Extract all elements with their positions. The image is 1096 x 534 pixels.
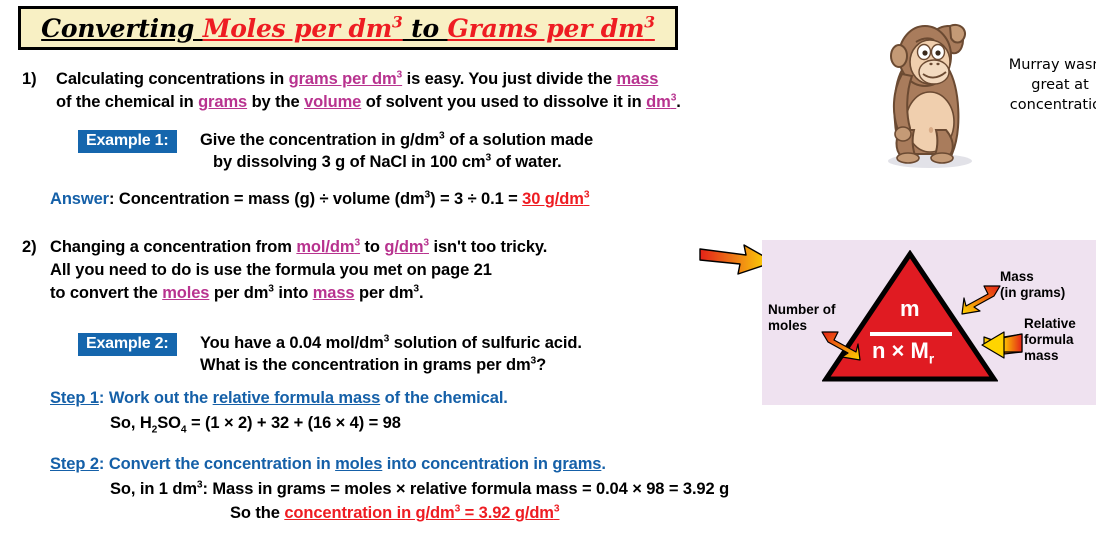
point-2-line-2: All you need to do is use the formula yo… bbox=[50, 261, 492, 279]
monkey-icon bbox=[888, 24, 972, 168]
triangle-denominator: n × Mr bbox=[872, 338, 935, 367]
example-1-line-2: by dissolving 3 g of NaCl in 100 cm3 of … bbox=[213, 152, 562, 171]
answer-1-result: 30 g/dm3 bbox=[522, 189, 590, 208]
final-result: concentration in g/dm3 = 3.92 g/dm3 bbox=[284, 503, 560, 522]
step-2-calculation: So, in 1 dm3: Mass in grams = moles × re… bbox=[110, 479, 730, 498]
title-moles-exponent: 3 bbox=[392, 12, 403, 32]
cartoon-caption: Murray wasn't great at concentration bbox=[1000, 55, 1096, 115]
answer-label: Answer bbox=[50, 190, 110, 208]
example-2-line-2: What is the concentration in grams per d… bbox=[200, 355, 547, 374]
title-part-moles: Moles per dm3 bbox=[202, 12, 403, 43]
arrow-to-mr-icon bbox=[981, 331, 1023, 359]
example-1-line-1: Give the concentration in g/dm3 of a sol… bbox=[200, 130, 594, 149]
point-2-line-3: to convert the moles per dm3 into mass p… bbox=[50, 283, 424, 302]
point-1-number: 1) bbox=[22, 70, 37, 88]
point-1-line-2: of the chemical in grams by the volume o… bbox=[56, 92, 681, 111]
caption-line-2: great at bbox=[1031, 77, 1089, 93]
keyword-moles: moles bbox=[162, 284, 210, 302]
step-1-heading: Step 1: Work out the relative formula ma… bbox=[50, 389, 508, 407]
label-relative-formula-mass: Relative formula mass bbox=[1024, 316, 1076, 363]
caption-line-1: Murray wasn't bbox=[1008, 57, 1096, 73]
step-1-label: Step 1 bbox=[50, 389, 99, 407]
title-part-converting: Converting bbox=[41, 13, 203, 43]
step-2-heading: Step 2: Convert the concentration in mol… bbox=[50, 455, 606, 473]
example-1-chip: Example 1: bbox=[78, 130, 177, 153]
title-part-grams: Grams per dm3 bbox=[447, 12, 655, 43]
page-title: Converting Moles per dm3 to Grams per dm… bbox=[41, 14, 655, 43]
point-1-line-1: Calculating concentrations in grams per … bbox=[56, 69, 659, 88]
worksheet-page: Converting Moles per dm3 to Grams per dm… bbox=[0, 0, 1096, 534]
keyword-dm3: dm3 bbox=[646, 92, 677, 111]
keyword-grams-per-dm3: grams per dm3 bbox=[288, 69, 403, 88]
keyword-relative-formula-mass: relative formula mass bbox=[212, 389, 381, 407]
formula-triangle: m n × Mr bbox=[822, 250, 998, 383]
point-2-number: 2) bbox=[22, 238, 37, 256]
step-1-formula: So, H2SO4 = (1 × 2) + 32 + (16 × 4) = 98 bbox=[110, 414, 401, 436]
title-banner: Converting Moles per dm3 to Grams per dm… bbox=[18, 6, 678, 50]
monkey-cartoon bbox=[868, 18, 988, 168]
keyword-volume: volume bbox=[304, 93, 362, 111]
triangle-divider bbox=[870, 332, 952, 336]
caption-line-3: concentration bbox=[1009, 97, 1096, 113]
keyword-mass-2: mass bbox=[312, 284, 355, 302]
keyword-mass: mass bbox=[616, 70, 659, 88]
keyword-grams-2: grams bbox=[552, 455, 602, 473]
keyword-grams: grams bbox=[198, 93, 248, 111]
step-2-final-answer: So the concentration in g/dm3 = 3.92 g/d… bbox=[230, 503, 560, 522]
arrow-to-moles-icon bbox=[821, 331, 861, 361]
arrow-to-mass-icon bbox=[961, 285, 1001, 315]
keyword-moles-2: moles bbox=[335, 455, 383, 473]
keyword-mol-per-dm3: mol/dm3 bbox=[296, 237, 361, 256]
example-2-line-1: You have a 0.04 mol/dm3 solution of sulf… bbox=[200, 333, 582, 352]
formula-triangle-panel: m n × Mr Number of moles Mass (in grams) bbox=[762, 240, 1096, 405]
step-2-label: Step 2 bbox=[50, 455, 99, 473]
point-2-line-1: Changing a concentration from mol/dm3 to… bbox=[50, 237, 548, 256]
answer-1-line: Answer: Concentration = mass (g) ÷ volum… bbox=[50, 189, 590, 208]
label-mass-in-grams: Mass (in grams) bbox=[1000, 269, 1066, 300]
keyword-g-per-dm3: g/dm3 bbox=[384, 237, 429, 256]
title-part-to: to bbox=[402, 13, 448, 43]
triangle-numerator: m bbox=[900, 296, 920, 321]
title-grams-exponent: 3 bbox=[644, 12, 655, 32]
example-2-chip: Example 2: bbox=[78, 333, 177, 356]
